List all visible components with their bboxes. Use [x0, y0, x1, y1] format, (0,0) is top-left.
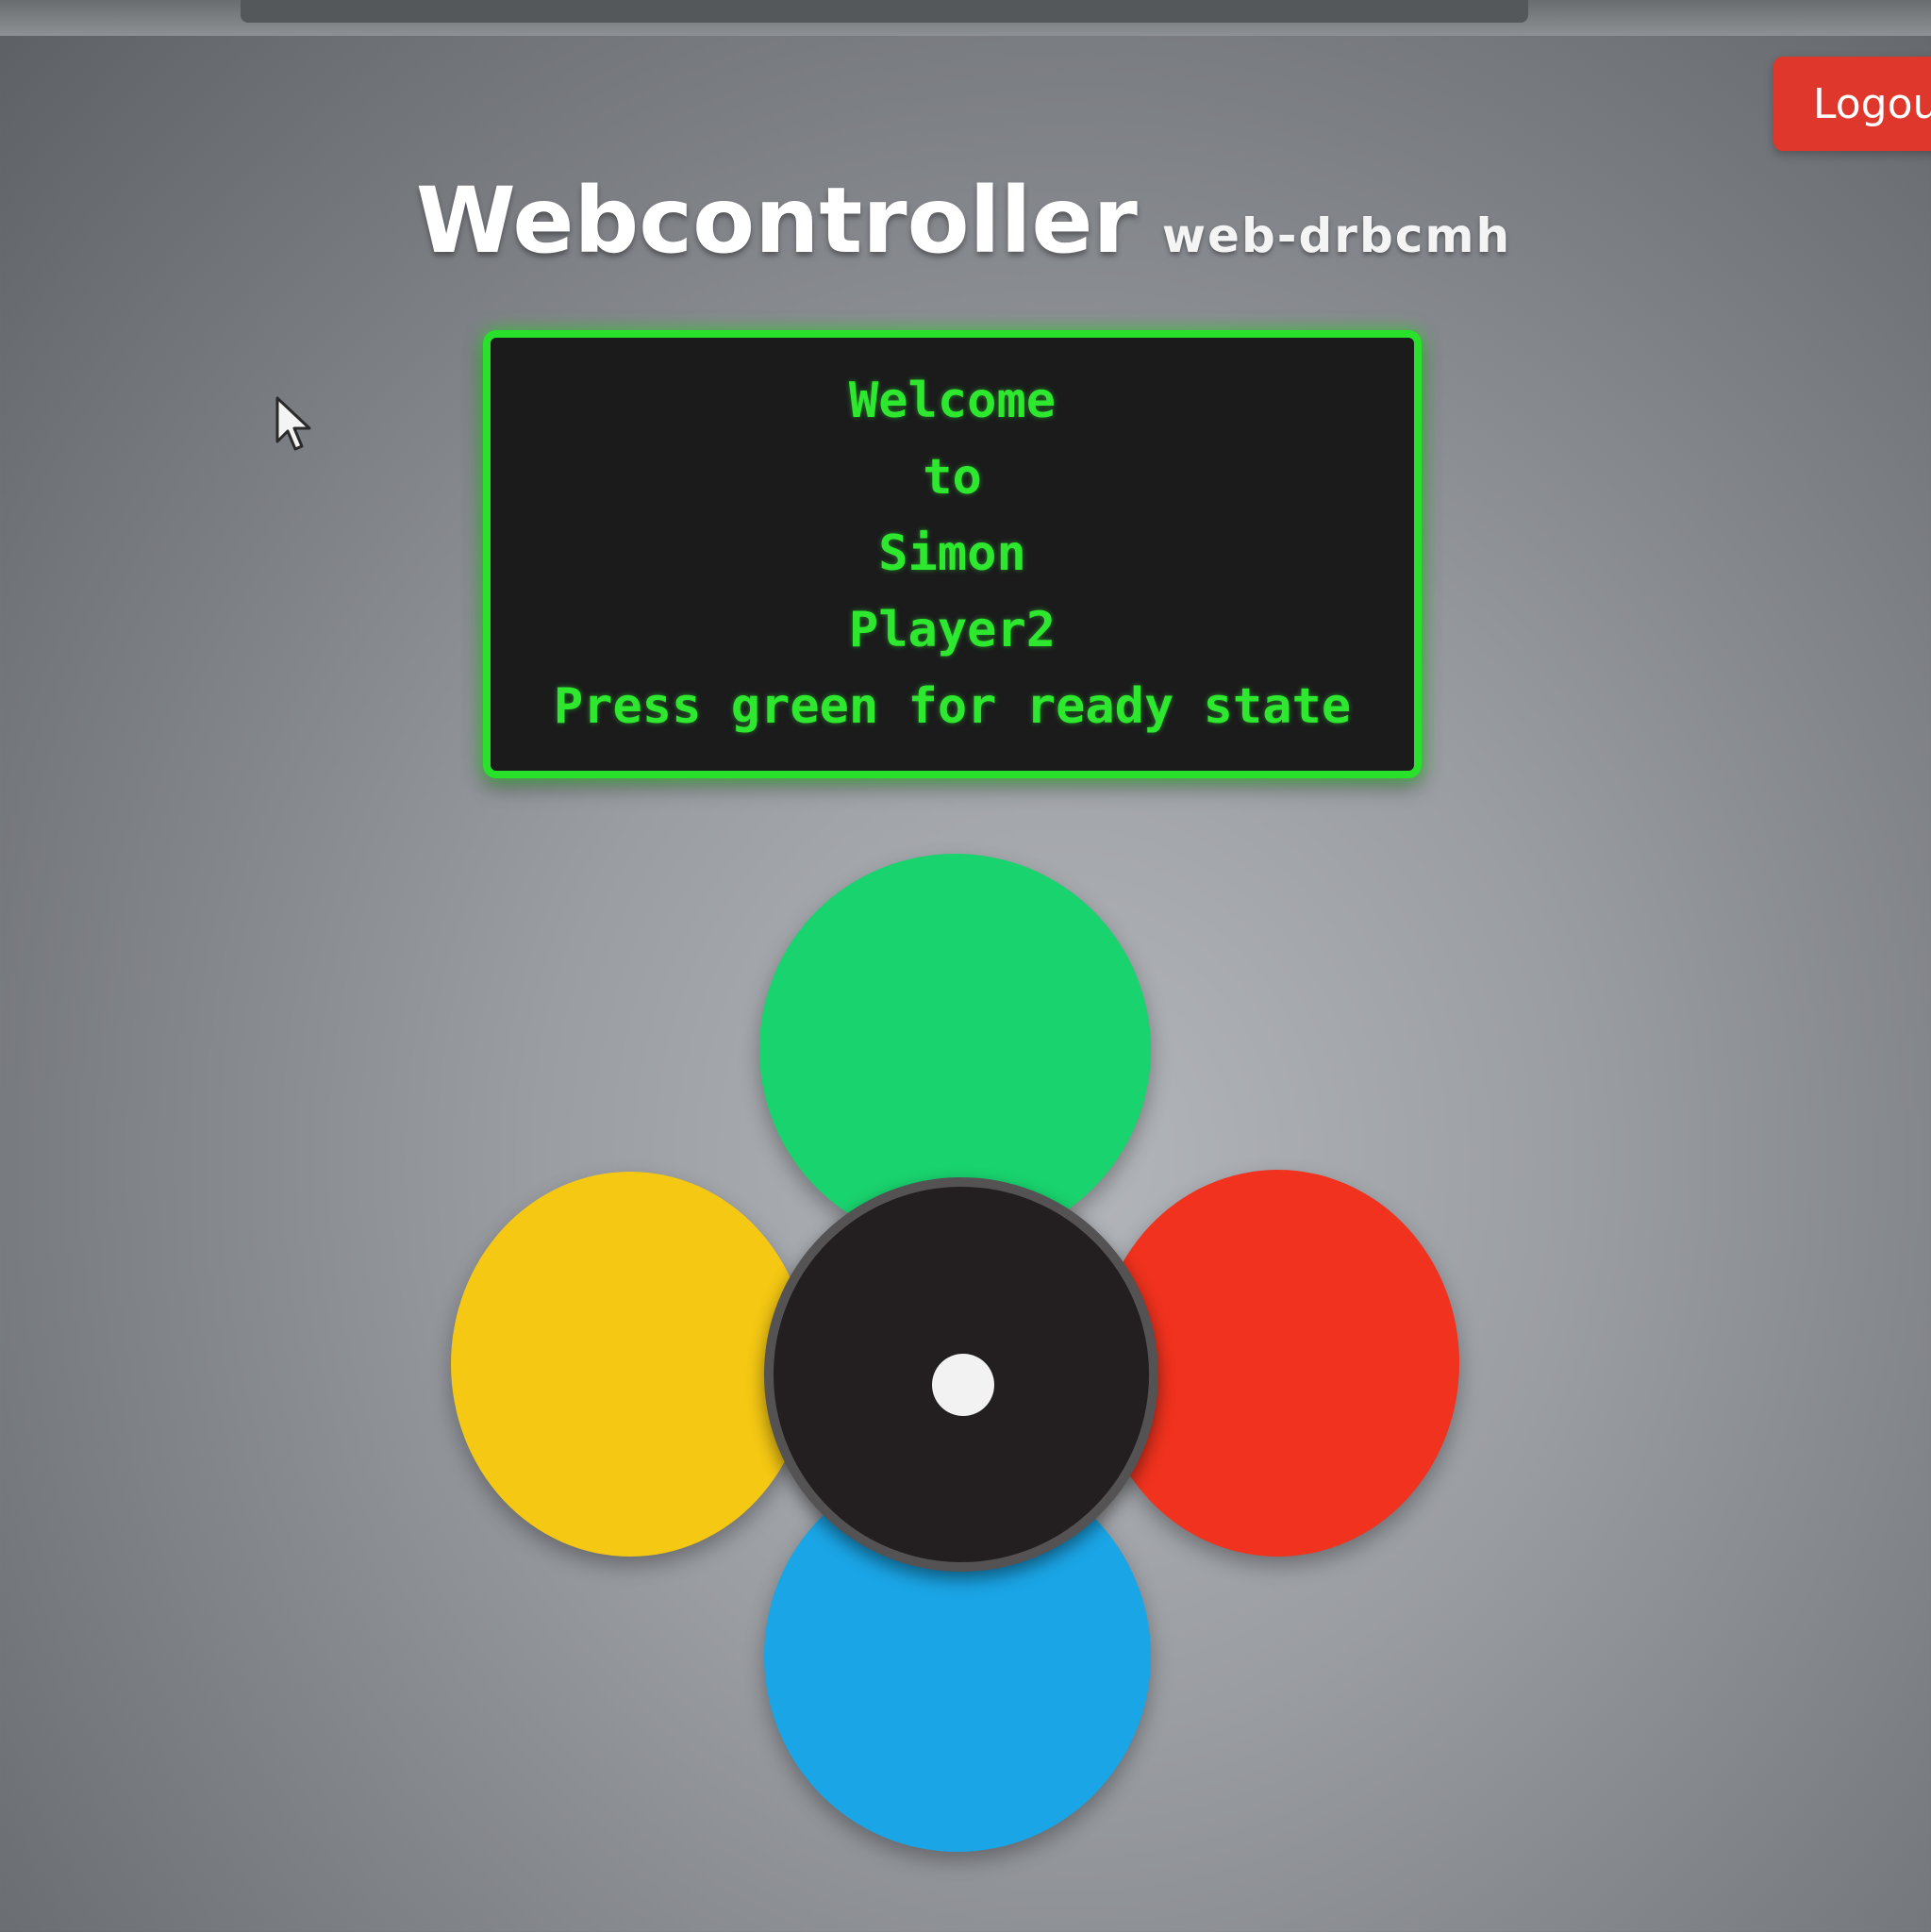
browser-top-strip	[0, 0, 1931, 36]
yellow-button[interactable]	[451, 1172, 809, 1557]
controller-id: web-drbcmh	[1161, 208, 1512, 263]
display-line: to	[923, 449, 982, 506]
display-line: Simon	[878, 525, 1026, 582]
display-line: Player2	[848, 602, 1057, 658]
app-title: Webcontroller	[415, 168, 1138, 274]
page-title: Webcontroller web-drbcmh	[0, 168, 1929, 274]
display-line: Press green for ready state	[553, 678, 1352, 735]
center-dot	[932, 1354, 994, 1416]
address-bar	[241, 0, 1528, 23]
mouse-pointer-icon	[275, 396, 311, 451]
message-display: Welcome to Simon Player2 Press green for…	[483, 330, 1422, 778]
logout-button[interactable]: Logout	[1773, 57, 1931, 151]
display-line: Welcome	[848, 373, 1057, 429]
